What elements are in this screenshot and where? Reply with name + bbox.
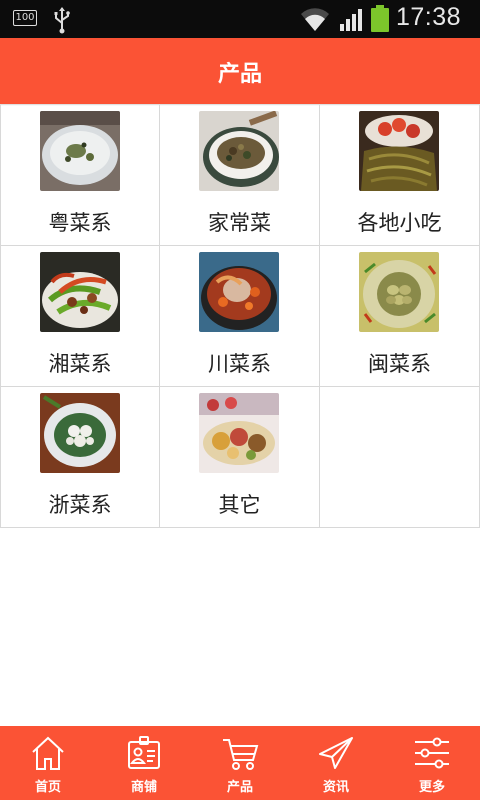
abalone-dish-image xyxy=(359,252,439,332)
category-label: 粤菜系 xyxy=(48,211,112,235)
nav-label: 首页 xyxy=(34,780,61,795)
grid-row: 浙菜系 其它 xyxy=(0,387,480,528)
send-icon xyxy=(319,737,353,769)
usb-icon xyxy=(54,7,70,34)
status-bar: 100 17:38 xyxy=(0,0,480,38)
soup-bowl-image xyxy=(40,111,120,191)
home-icon xyxy=(32,736,64,770)
category-zhejiang[interactable]: 浙菜系 xyxy=(0,387,160,527)
clock-time: 17:38 xyxy=(396,3,462,31)
nav-more[interactable]: 更多 xyxy=(384,726,480,800)
nav-home[interactable]: 首页 xyxy=(0,726,96,800)
nav-label: 资讯 xyxy=(322,780,349,795)
signal-icon xyxy=(340,9,362,31)
category-label: 闽菜系 xyxy=(368,352,431,376)
shop-id-icon xyxy=(128,736,160,769)
sichuan-pot-image xyxy=(199,252,279,332)
bottom-nav: 首页 商铺 产品 资讯 更多 xyxy=(0,726,480,800)
nav-label: 更多 xyxy=(418,780,445,795)
category-grid: 粤菜系 家常菜 各地小吃 湘菜系 川菜系 闽菜系 浙菜系 其它 xyxy=(0,104,480,528)
category-label: 浙菜系 xyxy=(48,493,112,517)
wifi-icon xyxy=(301,8,329,32)
category-hunan[interactable]: 湘菜系 xyxy=(0,246,160,386)
battery-saver-icon: 100 xyxy=(13,10,37,26)
battery-icon xyxy=(371,5,389,32)
category-label: 湘菜系 xyxy=(48,352,112,376)
nav-news[interactable]: 资讯 xyxy=(288,726,384,800)
grid-cell-empty xyxy=(320,387,480,527)
stir-fry-dish-image xyxy=(199,111,279,191)
nav-label: 产品 xyxy=(226,780,253,795)
grid-row: 湘菜系 川菜系 闽菜系 xyxy=(0,246,480,387)
category-local-snacks[interactable]: 各地小吃 xyxy=(320,105,480,245)
category-other[interactable]: 其它 xyxy=(160,387,320,527)
nav-shop[interactable]: 商铺 xyxy=(96,726,192,800)
pepper-dish-image xyxy=(40,252,120,332)
snack-plate-image xyxy=(359,111,439,191)
category-label: 其它 xyxy=(218,493,261,517)
category-fujian[interactable]: 闽菜系 xyxy=(320,246,480,386)
app-header: 产品 xyxy=(0,38,480,104)
grid-row: 粤菜系 家常菜 各地小吃 xyxy=(0,105,480,246)
page-title: 产品 xyxy=(217,62,262,87)
category-sichuan[interactable]: 川菜系 xyxy=(160,246,320,386)
category-label: 各地小吃 xyxy=(357,211,442,235)
category-home-style[interactable]: 家常菜 xyxy=(160,105,320,245)
nav-products[interactable]: 产品 xyxy=(192,726,288,800)
nav-label: 商铺 xyxy=(130,780,157,795)
category-label: 家常菜 xyxy=(208,211,271,235)
category-label: 川菜系 xyxy=(208,352,271,376)
cart-icon xyxy=(223,739,259,770)
category-cantonese[interactable]: 粤菜系 xyxy=(0,105,160,245)
zhejiang-plate-image xyxy=(40,393,120,473)
sliders-icon xyxy=(415,737,449,769)
assorted-platter-image xyxy=(199,393,279,473)
